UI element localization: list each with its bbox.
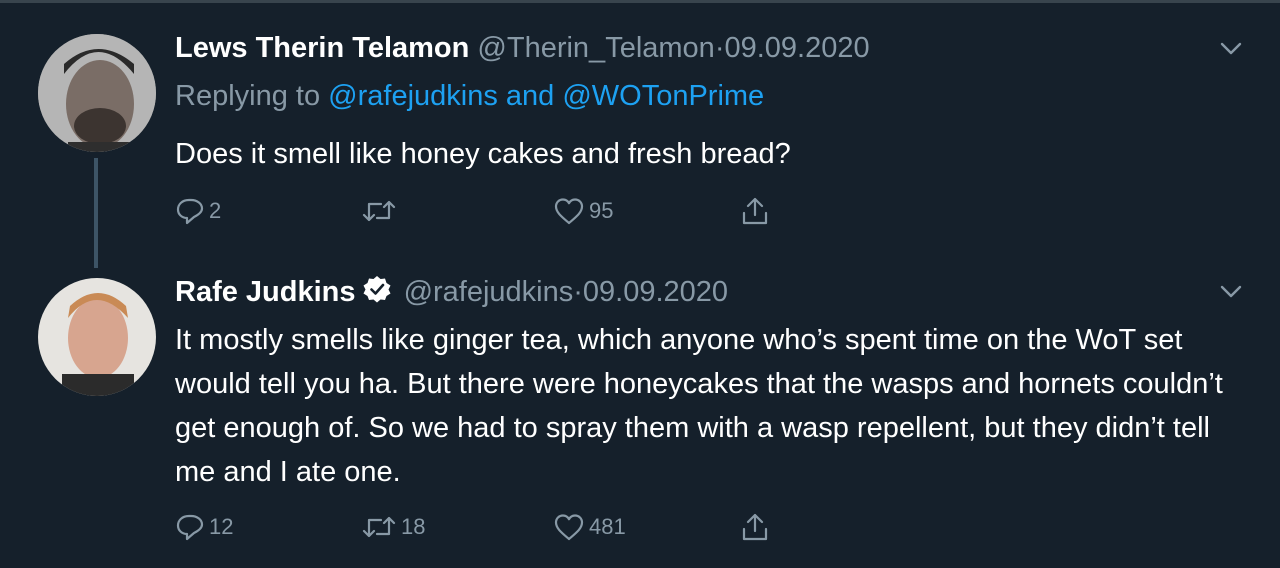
tweet-text: Does it smell like honey cakes and fresh… (175, 138, 791, 170)
like-count: 95 (589, 198, 614, 223)
like-icon (554, 514, 584, 541)
reply-count: 2 (209, 198, 222, 223)
replying-to: Replying to @rafejudkins and @WOTonPrime (175, 80, 764, 113)
retweet-icon (362, 200, 396, 222)
tweet-header: Rafe Judkins @rafejudkins·09.09.2020 (175, 274, 728, 309)
author-name[interactable]: Rafe Judkins (175, 276, 356, 308)
retweet-count: 18 (401, 514, 426, 539)
retweet-button[interactable] (361, 194, 401, 228)
reply-button[interactable]: 2 (175, 194, 221, 228)
tweet-text: It mostly smells like ginger tea, which … (175, 324, 1223, 488)
chevron-down-icon[interactable] (1220, 285, 1242, 299)
share-button[interactable] (740, 194, 770, 228)
reply-mentions[interactable]: @rafejudkins and @WOTonPrime (328, 80, 764, 112)
like-button[interactable]: 95 (553, 194, 613, 228)
chevron-down-icon[interactable] (1220, 42, 1242, 56)
author-name[interactable]: Lews Therin Telamon (175, 32, 469, 64)
retweet-button[interactable]: 18 (361, 510, 425, 544)
like-button[interactable]: 481 (553, 510, 626, 544)
reply-count: 12 (209, 514, 234, 539)
avatar-rafe-judkins[interactable] (38, 278, 156, 396)
tweet-date[interactable]: 09.09.2020 (583, 276, 728, 308)
author-handle[interactable]: @Therin_Telamon (477, 32, 714, 64)
tweet-date[interactable]: 09.09.2020 (724, 32, 869, 64)
like-icon (554, 198, 584, 225)
author-handle[interactable]: @rafejudkins (404, 276, 574, 308)
replying-to-label: Replying to (175, 80, 321, 112)
retweet-icon (362, 516, 396, 538)
reply-icon (176, 198, 204, 225)
tweet-actions: 2 95 (175, 194, 795, 228)
share-icon (742, 197, 768, 225)
share-button[interactable] (740, 510, 770, 544)
reply-button[interactable]: 12 (175, 510, 233, 544)
tweet-actions: 12 18 481 (175, 510, 795, 544)
share-icon (742, 513, 768, 541)
thread-connector (94, 158, 98, 268)
separator-dot: · (573, 276, 583, 308)
verified-badge-icon (363, 276, 390, 303)
reply-icon (176, 514, 204, 541)
tweet-header: Lews Therin Telamon @Therin_Telamon·09.0… (175, 32, 870, 65)
avatar-lews-therin[interactable] (38, 34, 156, 152)
like-count: 481 (589, 514, 626, 539)
tweet-1[interactable]: Lews Therin Telamon @Therin_Telamon·09.0… (0, 0, 1280, 270)
